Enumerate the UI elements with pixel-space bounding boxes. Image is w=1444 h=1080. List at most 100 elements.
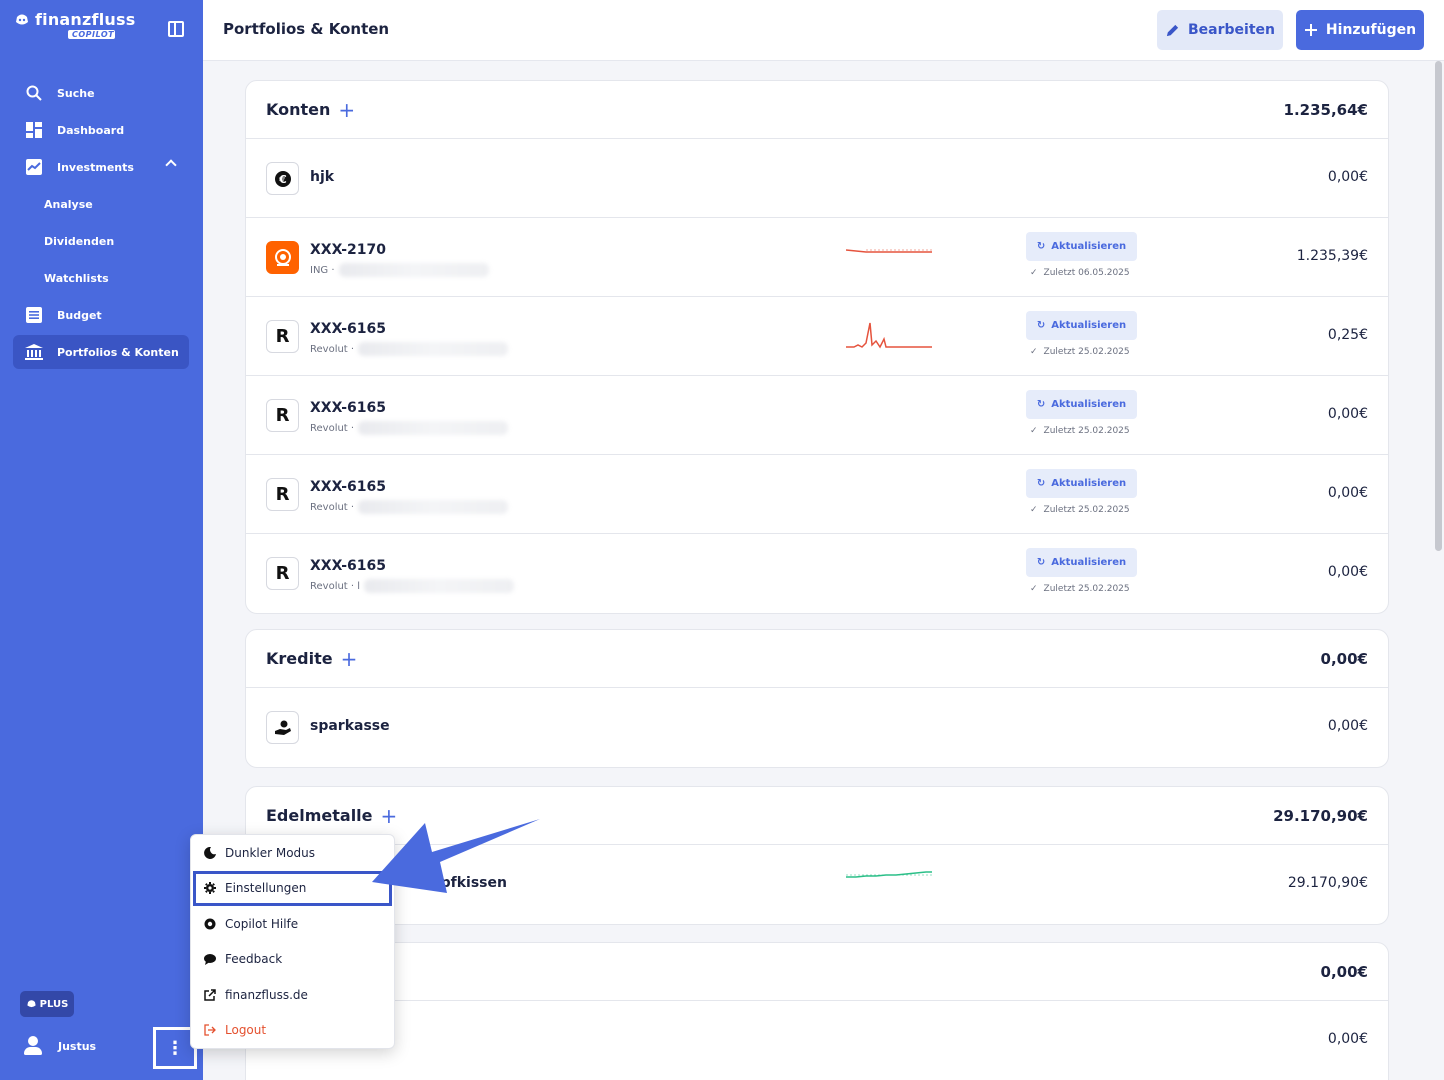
card-title: Kredite bbox=[266, 649, 333, 668]
sidebar-item-dashboard[interactable]: Dashboard bbox=[13, 113, 189, 147]
account-row[interactable]: R XXX-6165 Revolut · ↻ Aktualisieren ✓ Zul… bbox=[246, 455, 1388, 534]
account-row[interactable]: R XXX-6165 Revolut · l ↻ Aktualisieren ✓ Z… bbox=[246, 534, 1388, 613]
edelmetalle-card: Edelmetalle + 29.170,90€ opfkissen 29.17… bbox=[245, 786, 1389, 925]
user-profile[interactable]: Justus bbox=[24, 1036, 96, 1056]
logout-icon bbox=[203, 1024, 216, 1037]
ing-logo-icon bbox=[266, 241, 299, 274]
search-icon bbox=[25, 84, 43, 102]
gear-icon bbox=[203, 882, 216, 895]
sidebar: finanzfluss COPILOT Suche Dashboard Inve… bbox=[0, 0, 203, 1080]
account-row[interactable]: € hjk 0,00€ bbox=[246, 139, 1388, 218]
scrollbar[interactable] bbox=[1435, 61, 1442, 551]
refresh-button[interactable]: ↻ Aktualisieren bbox=[1026, 469, 1137, 498]
user-icon bbox=[24, 1036, 42, 1056]
account-sub: Revolut · bbox=[310, 421, 509, 435]
account-amount: 0,00€ bbox=[1327, 564, 1368, 580]
sidebar-item-investments[interactable]: Investments bbox=[13, 150, 189, 184]
refresh-button[interactable]: ↻ Aktualisieren bbox=[1026, 232, 1137, 261]
sidebar-item-portfolios[interactable]: Portfolios & Konten bbox=[13, 335, 189, 369]
add-button[interactable]: Hinzufügen bbox=[1296, 10, 1424, 50]
refresh-label: Aktualisieren bbox=[1051, 399, 1127, 410]
account-name: XXX-2170 bbox=[310, 242, 387, 258]
last-updated-text: Zuletzt 25.02.2025 bbox=[1043, 426, 1130, 436]
help-icon bbox=[203, 917, 216, 930]
copilot-logo-icon bbox=[16, 14, 28, 24]
sidebar-item-label: Investments bbox=[57, 160, 134, 174]
sidebar-item-budget[interactable]: Budget bbox=[13, 298, 189, 332]
refresh-button[interactable]: ↻ Aktualisieren bbox=[1026, 390, 1137, 419]
account-row[interactable]: opfkissen 29.170,90€ bbox=[246, 845, 1388, 924]
revolut-logo-icon: R bbox=[266, 478, 299, 511]
menu-item-dark-mode[interactable]: Dunkler Modus bbox=[191, 835, 394, 871]
sidebar-item-analyse[interactable]: Analyse bbox=[13, 187, 189, 221]
card-total: 1.235,64€ bbox=[1283, 100, 1368, 119]
card-title: Edelmetalle bbox=[266, 806, 373, 825]
sidebar-collapse-icon[interactable] bbox=[168, 21, 184, 37]
menu-item-feedback[interactable]: Feedback bbox=[191, 942, 394, 978]
account-row[interactable]: 0,00€ bbox=[246, 1001, 1388, 1080]
redacted-iban bbox=[358, 500, 509, 514]
refresh-label: Aktualisieren bbox=[1051, 320, 1127, 331]
sidebar-item-watchlists[interactable]: Watchlists bbox=[13, 261, 189, 295]
chat-icon bbox=[203, 953, 216, 966]
menu-item-label: finanzfluss.de bbox=[225, 987, 308, 1002]
last-updated-text: Zuletzt 25.02.2025 bbox=[1043, 347, 1130, 357]
menu-item-label: Copilot Hilfe bbox=[225, 916, 299, 931]
bank-icon bbox=[25, 343, 43, 361]
last-updated-text: Zuletzt 25.02.2025 bbox=[1043, 505, 1130, 515]
add-konto-icon[interactable]: + bbox=[338, 100, 355, 120]
redacted-iban bbox=[358, 421, 509, 435]
account-row[interactable]: sparkasse 0,00€ bbox=[246, 688, 1388, 767]
chart-icon bbox=[25, 158, 43, 176]
refresh-label: Aktualisieren bbox=[1051, 241, 1127, 252]
menu-item-help[interactable]: Copilot Hilfe bbox=[191, 906, 394, 942]
account-name: XXX-6165 bbox=[310, 400, 387, 416]
add-edelmetall-icon[interactable]: + bbox=[381, 806, 398, 826]
konten-card: Konten + 1.235,64€ € hjk 0,00€ XXX-2170 … bbox=[245, 80, 1389, 614]
brand-name: finanzfluss bbox=[35, 10, 136, 29]
plus-badge[interactable]: PLUS bbox=[20, 991, 74, 1017]
account-sub: Revolut · bbox=[310, 342, 509, 356]
brand-logo[interactable]: finanzfluss COPILOT bbox=[14, 10, 135, 39]
plus-label: PLUS bbox=[39, 998, 69, 1010]
account-row[interactable]: R XXX-6165 Revolut · ↻ Aktualisieren ✓ Zul… bbox=[246, 297, 1388, 376]
last-updated-text: Zuletzt 25.02.2025 bbox=[1043, 584, 1130, 594]
sidebar-item-label: Portfolios & Konten bbox=[57, 345, 179, 359]
menu-item-logout[interactable]: Logout bbox=[191, 1013, 394, 1049]
sidebar-item-label: Analyse bbox=[44, 197, 93, 211]
add-kredit-icon[interactable]: + bbox=[341, 649, 358, 669]
sidebar-item-label: Suche bbox=[57, 86, 95, 100]
card-header: Kredite + 0,00€ bbox=[246, 630, 1388, 688]
chevron-up-icon bbox=[165, 159, 177, 171]
card-header: Konten + 1.235,64€ bbox=[246, 81, 1388, 139]
refresh-button[interactable]: ↻ Aktualisieren bbox=[1026, 311, 1137, 340]
bank-name: Revolut · bbox=[310, 422, 355, 434]
bank-name: Revolut · bbox=[310, 343, 355, 355]
sparkline-chart bbox=[846, 871, 932, 878]
card-title: Konten bbox=[266, 100, 331, 119]
card-total: 0,00€ bbox=[1320, 962, 1368, 981]
redacted-iban bbox=[338, 263, 489, 277]
plus-icon bbox=[1304, 24, 1317, 36]
account-row[interactable]: XXX-2170 ING · ↻ Aktualisieren ✓ Zuletzt 0… bbox=[246, 218, 1388, 297]
revolut-logo-icon: R bbox=[266, 320, 299, 353]
top-bar: Portfolios & Konten Bearbeiten Hinzufüge… bbox=[203, 0, 1444, 61]
copilot-logo-icon bbox=[27, 1000, 36, 1008]
external-link-icon bbox=[203, 988, 216, 1001]
sparkline-chart bbox=[846, 249, 932, 253]
sidebar-item-suche[interactable]: Suche bbox=[13, 76, 189, 110]
menu-item-website[interactable]: finanzfluss.de bbox=[191, 977, 394, 1013]
account-name: sparkasse bbox=[310, 718, 390, 734]
other-card: 0,00€ 0,00€ bbox=[245, 942, 1389, 1080]
account-amount: 0,00€ bbox=[1327, 1031, 1368, 1047]
account-row[interactable]: R XXX-6165 Revolut · ↻ Aktualisieren ✓ Zul… bbox=[246, 376, 1388, 455]
edit-button[interactable]: Bearbeiten bbox=[1157, 10, 1283, 50]
last-updated: ✓ Zuletzt 25.02.2025 bbox=[1030, 584, 1130, 594]
menu-item-settings[interactable]: Einstellungen bbox=[193, 870, 392, 906]
refresh-icon: ↻ bbox=[1036, 399, 1046, 410]
kredite-card: Kredite + 0,00€ sparkasse 0,00€ bbox=[245, 629, 1389, 768]
last-updated-text: Zuletzt 06.05.2025 bbox=[1043, 268, 1130, 278]
refresh-button[interactable]: ↻ Aktualisieren bbox=[1026, 548, 1137, 577]
sidebar-item-dividenden[interactable]: Dividenden bbox=[13, 224, 189, 258]
pencil-icon bbox=[1166, 24, 1179, 36]
